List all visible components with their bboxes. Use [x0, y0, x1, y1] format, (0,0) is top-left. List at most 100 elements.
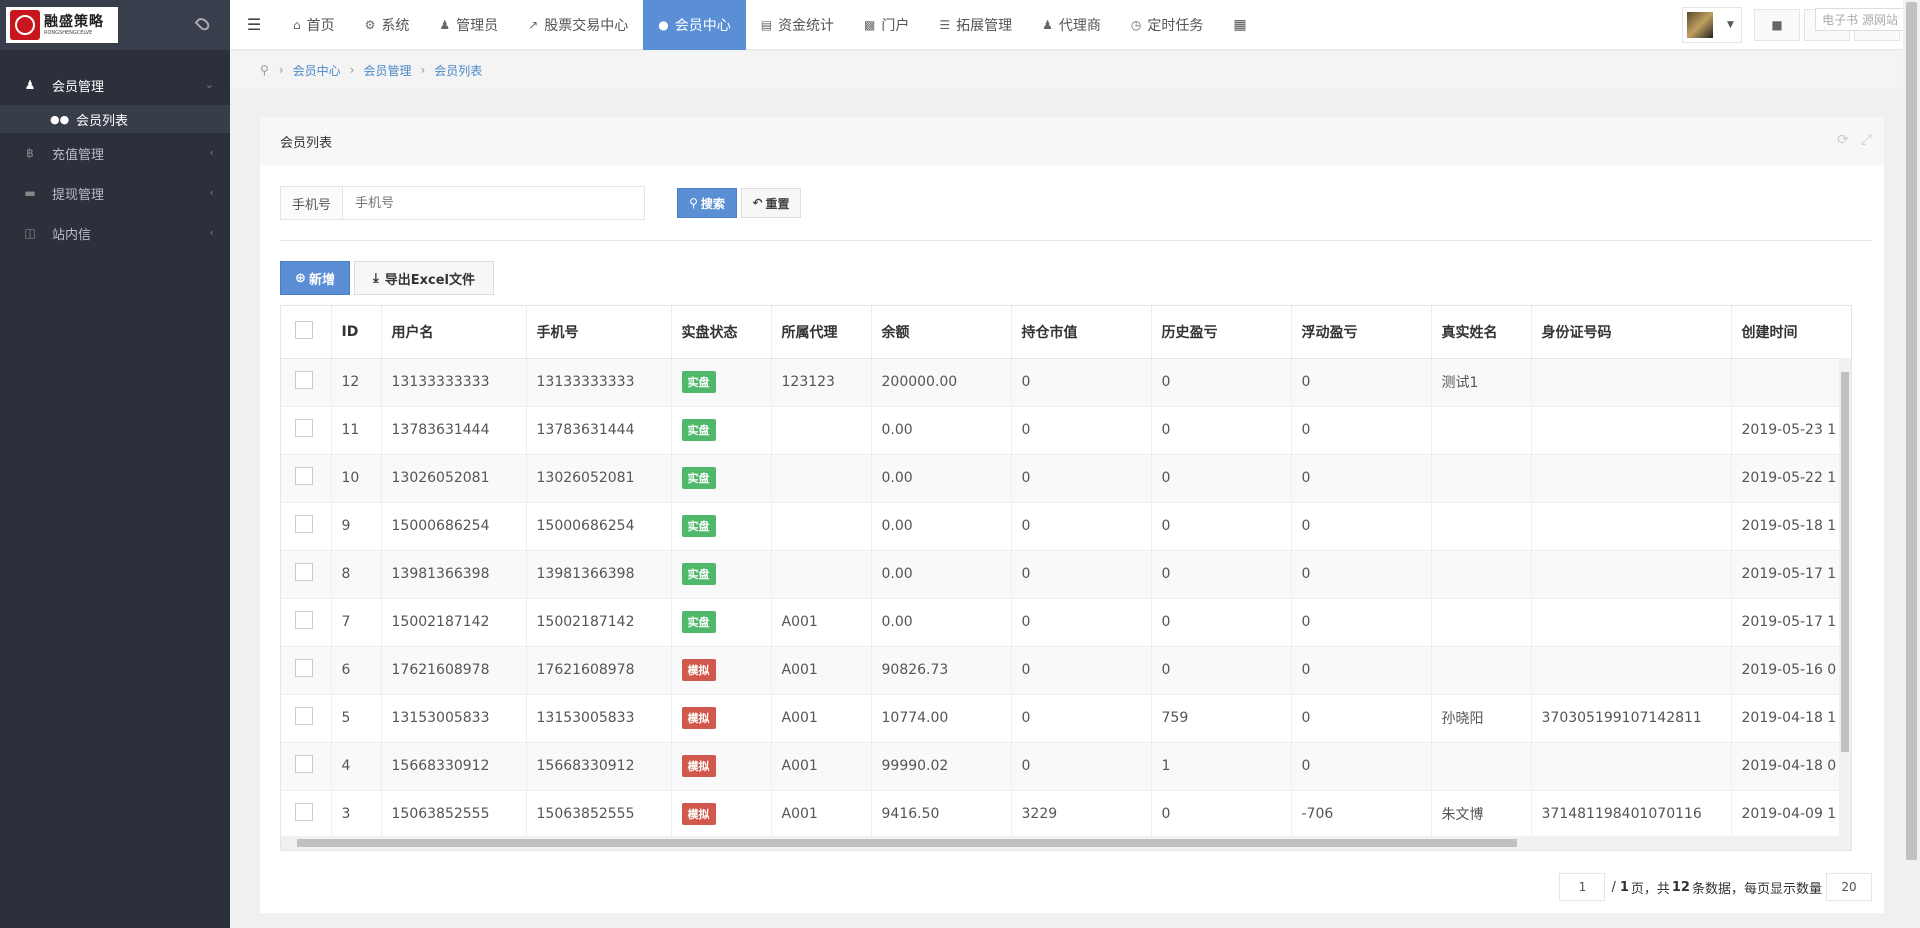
sidebar-item-members[interactable]: ♟ 会员管理 ⌄	[0, 65, 230, 105]
page-size-input[interactable]: 20	[1826, 873, 1872, 901]
table-row[interactable]: 6 17621608978 17621608978 模拟 A001 90826.73 0 0 0…	[281, 646, 1851, 695]
tab-member-center[interactable]: ● 会员中心	[643, 0, 746, 50]
row-checkbox[interactable]	[295, 515, 313, 533]
column-header[interactable]: 所属代理	[771, 306, 872, 359]
column-header[interactable]: ID	[331, 306, 382, 359]
sidebar-subitem-member-list[interactable]: ●● 会员列表	[0, 105, 230, 133]
ebook-button[interactable]: ■ 电子书 源网站	[1754, 8, 1905, 41]
column-header[interactable]: 创建时间	[1731, 306, 1851, 359]
phone-search-input[interactable]	[343, 186, 646, 220]
page-scrollbar[interactable]	[1903, 0, 1920, 928]
row-checkbox[interactable]	[295, 419, 313, 437]
column-header[interactable]: 真实姓名	[1431, 306, 1532, 359]
logo[interactable]: 融盛策略 RONGSHENGCELVE	[6, 7, 118, 43]
table-row[interactable]: 7 15002187142 15002187142 实盘 A001 0.00 0 0 0 2019…	[281, 598, 1851, 647]
tab-portal[interactable]: ▩ 门户	[849, 0, 924, 50]
theme-drop-icon[interactable]	[194, 15, 212, 33]
cell-float: 0	[1291, 550, 1432, 599]
cell-created: 2019-04-18 1	[1731, 694, 1851, 743]
tab-fund-stats[interactable]: ▤ 资金统计	[746, 0, 849, 50]
sidebar-item-recharge[interactable]: ฿ 充值管理 ‹	[0, 133, 230, 173]
search-button[interactable]: ⚲ 搜索	[677, 188, 738, 218]
breadcrumb-link[interactable]: 会员中心	[293, 62, 341, 79]
row-checkbox[interactable]	[295, 755, 313, 773]
table-row[interactable]: 9 15000686254 15000686254 实盘 0.00 0 0 0 2019-05-…	[281, 502, 1851, 551]
column-header[interactable]: 用户名	[381, 306, 527, 359]
column-header[interactable]: 历史盈亏	[1151, 306, 1292, 359]
row-checkbox[interactable]	[295, 611, 313, 629]
cell-created: 2019-05-17 1	[1731, 598, 1851, 647]
cell-position: 0	[1011, 646, 1152, 695]
cell-username: 15000686254	[381, 502, 527, 551]
divider	[280, 240, 1872, 241]
cell-status: 实盘	[671, 550, 772, 599]
row-checkbox[interactable]	[295, 659, 313, 677]
cell-float: 0	[1291, 598, 1432, 647]
column-header[interactable]: 身份证号码	[1531, 306, 1732, 359]
chevron-right-icon: ›	[278, 63, 284, 77]
grid-apps-icon[interactable]: ▦	[1218, 0, 1261, 50]
row-checkbox[interactable]	[295, 707, 313, 725]
trash-icon: ■	[1771, 18, 1783, 32]
cell-hist: 0	[1151, 502, 1292, 551]
column-header[interactable]: 手机号	[526, 306, 672, 359]
cell-username: 13783631444	[381, 406, 527, 455]
row-checkbox[interactable]	[295, 371, 313, 389]
page-number-input[interactable]: 1	[1559, 873, 1606, 901]
row-checkbox[interactable]	[295, 803, 313, 821]
breadcrumb-link[interactable]: 会员管理	[363, 62, 411, 79]
cell-position: 0	[1011, 694, 1152, 743]
cell-hist: 0	[1151, 454, 1292, 503]
cell-agent	[771, 550, 872, 599]
cell-idcard	[1531, 454, 1732, 503]
tab-admin[interactable]: ♟ 管理员	[424, 0, 513, 50]
row-checkbox[interactable]	[295, 563, 313, 581]
table-row[interactable]: 12 13133333333 13133333333 实盘 123123 200000.0…	[281, 358, 1851, 407]
cell-created	[1731, 358, 1851, 407]
row-checkbox[interactable]	[295, 467, 313, 485]
breadcrumb: ⚲ › 会员中心 › 会员管理 › 会员列表	[230, 51, 1903, 89]
total-pages: 1	[1619, 879, 1629, 895]
row-select-cell	[281, 694, 332, 743]
table-vertical-scrollbar[interactable]	[1839, 358, 1851, 838]
breadcrumb-current[interactable]: 会员列表	[434, 62, 482, 79]
tab-home[interactable]: ⌂ 首页	[278, 0, 350, 50]
export-excel-button[interactable]: ⤓ 导出Excel文件	[354, 261, 494, 295]
table-row[interactable]: 8 13981366398 13981366398 实盘 0.00 0 0 0 2019-05-…	[281, 550, 1851, 599]
tab-extension[interactable]: ☰ 拓展管理	[924, 0, 1027, 50]
tab-cron[interactable]: ◷ 定时任务	[1116, 0, 1218, 50]
cell-agent: A001	[771, 694, 872, 743]
menu-toggle-icon[interactable]: ☰	[230, 0, 278, 50]
table-row[interactable]: 11 13783631444 13783631444 实盘 0.00 0 0 0 2019-05…	[281, 406, 1851, 455]
column-header[interactable]: 持仓市值	[1011, 306, 1152, 359]
list-icon: ☰	[939, 17, 951, 32]
cell-float: 0	[1291, 694, 1432, 743]
table-row[interactable]: 5 13153005833 13153005833 模拟 A001 10774.00 0 75…	[281, 694, 1851, 743]
chevron-right-icon: ›	[420, 63, 426, 77]
cell-hist: 759	[1151, 694, 1292, 743]
add-button[interactable]: ⊕ 新增	[280, 261, 350, 295]
cell-position: 0	[1011, 550, 1152, 599]
refresh-icon[interactable]: ⟳	[1837, 132, 1849, 148]
fullscreen-icon[interactable]: ⤢	[1861, 132, 1872, 148]
users-icon: ●●	[50, 112, 70, 126]
column-header[interactable]: 余额	[871, 306, 1012, 359]
select-all-checkbox[interactable]	[295, 320, 313, 339]
cell-idcard	[1531, 550, 1732, 599]
table-row[interactable]: 3 15063852555 15063852555 模拟 A001 9416.50 3229…	[281, 790, 1851, 839]
card-icon: ▬	[24, 186, 36, 200]
row-select-cell	[281, 406, 332, 455]
table-row[interactable]: 10 13026052081 13026052081 实盘 0.00 0 0 0 2019-05…	[281, 454, 1851, 503]
tab-stock-trading[interactable]: ↗ 股票交易中心	[513, 0, 643, 50]
tab-agent[interactable]: ♟ 代理商	[1027, 0, 1116, 50]
column-header[interactable]: 浮动盈亏	[1291, 306, 1432, 359]
cell-created: 2019-05-17 1	[1731, 550, 1851, 599]
column-header[interactable]: 实盘状态	[671, 306, 772, 359]
user-dropdown[interactable]: ▼	[1682, 7, 1742, 43]
reset-button[interactable]: ↶ 重置	[741, 188, 802, 218]
table-horizontal-scrollbar[interactable]	[281, 836, 1851, 850]
sidebar-item-messages[interactable]: ◫ 站内信 ‹	[0, 213, 230, 253]
table-row[interactable]: 4 15668330912 15668330912 模拟 A001 99990.02 0 1 0…	[281, 742, 1851, 791]
tab-system[interactable]: ⚙ 系统	[350, 0, 425, 50]
sidebar-item-withdraw[interactable]: ▬ 提现管理 ‹	[0, 173, 230, 213]
